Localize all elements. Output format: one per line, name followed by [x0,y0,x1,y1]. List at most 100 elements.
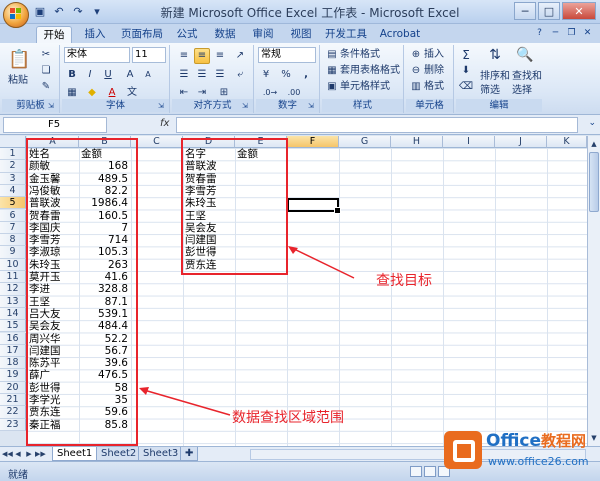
align-bottom-icon[interactable]: ≡ [212,48,228,64]
row-header-23[interactable]: 23 [0,418,26,431]
normal-view-icon[interactable] [410,466,422,477]
next-sheet-icon[interactable]: ▶ [24,449,34,460]
active-cell-f5[interactable] [287,198,341,214]
tab-review[interactable]: 审阅 [248,26,278,43]
undo-icon[interactable]: ↶ [51,4,67,20]
percent-button[interactable]: % [278,67,294,83]
paste-label[interactable]: 粘贴 [8,73,28,89]
ribbon-minimize-icon[interactable]: ─ [549,27,562,40]
tab-page-layout[interactable]: 页面布局 [118,26,166,43]
bold-button[interactable]: B [64,67,80,83]
grow-font-button[interactable]: A [122,67,138,83]
row-header-21[interactable]: 21 [0,394,26,407]
row-header-1[interactable]: 1 [0,148,26,161]
row-header-9[interactable]: 9 [0,246,26,259]
select-all-corner[interactable] [0,136,26,148]
underline-button[interactable]: U [100,67,116,83]
column-header-c[interactable]: C [131,136,183,148]
sheet-tab-sheet3[interactable]: Sheet3 [138,447,184,461]
first-sheet-icon[interactable]: ◀◀ [2,449,13,460]
office-button[interactable] [3,2,29,28]
row-header-13[interactable]: 13 [0,295,26,308]
font-size-select[interactable]: 11 [132,47,166,63]
formula-input[interactable] [176,117,578,133]
font-name-select[interactable]: 宋体 [64,47,130,63]
wrap-text-icon[interactable]: ⤶ [232,67,248,83]
copy-icon[interactable]: ❏ [38,63,54,79]
align-right-icon[interactable]: ☰ [212,67,228,83]
row-header-18[interactable]: 18 [0,357,26,370]
ribbon-close-icon[interactable]: ✕ [581,27,594,40]
column-header-k[interactable]: K [547,136,587,148]
column-header-h[interactable]: H [391,136,443,148]
row-header-10[interactable]: 10 [0,258,26,271]
row-header-20[interactable]: 20 [0,381,26,394]
dialog-launcher-icon[interactable]: ⇲ [158,102,167,111]
format-painter-icon[interactable]: ✎ [38,79,54,95]
tab-data[interactable]: 数据 [210,26,240,43]
tab-developer[interactable]: 开发工具 [324,26,368,43]
row-header-5[interactable]: 5 [0,197,26,210]
column-header-f[interactable]: F [287,136,339,148]
column-header-i[interactable]: I [443,136,495,148]
orientation-icon[interactable]: ↗ [232,48,248,64]
maximize-button[interactable]: □ [538,2,560,20]
sheet-tab-sheet1[interactable]: Sheet1 [52,447,98,461]
row-header-14[interactable]: 14 [0,307,26,321]
cut-icon[interactable]: ✂ [38,47,54,63]
row-header-6[interactable]: 6 [0,209,26,222]
column-header-g[interactable]: G [339,136,391,148]
number-format-select[interactable]: 常规 [258,47,316,63]
row-header-11[interactable]: 11 [0,271,26,284]
row-header-16[interactable]: 16 [0,332,26,345]
help-icon[interactable]: ? [533,27,546,40]
shrink-font-button[interactable]: A [140,67,156,83]
save-icon[interactable]: ▣ [32,4,48,20]
page-layout-view-icon[interactable] [424,466,436,477]
row-header-15[interactable]: 15 [0,320,26,333]
insert-cells-button[interactable]: 插入 [424,47,444,63]
vertical-scrollbar[interactable]: ▲ ▼ [587,136,600,446]
delete-cells-button[interactable]: 删除 [424,63,444,79]
ribbon-restore-icon[interactable]: ❐ [565,27,578,40]
row-header-2[interactable]: 2 [0,160,26,173]
currency-icon[interactable]: ¥ [258,67,274,83]
row-header-7[interactable]: 7 [0,221,26,235]
align-center-icon[interactable]: ☰ [194,67,210,83]
format-as-table-button[interactable]: 套用表格格式 [340,63,400,79]
row-header-3[interactable]: 3 [0,172,26,185]
format-cells-button[interactable]: 格式 [424,79,444,95]
tab-home[interactable]: 开始 [36,26,72,43]
row-header-12[interactable]: 12 [0,283,26,296]
fill-icon[interactable]: ⬇ [458,63,474,79]
dialog-launcher-icon[interactable]: ⇲ [48,102,57,111]
conditional-format-button[interactable]: 条件格式 [340,47,380,63]
prev-sheet-icon[interactable]: ◀ [13,449,23,460]
cell-styles-button[interactable]: 单元格样式 [340,79,390,95]
tab-acrobat[interactable]: Acrobat [378,26,422,43]
function-icon[interactable]: fx [160,118,169,129]
row-header-22[interactable]: 22 [0,406,26,419]
tab-view[interactable]: 视图 [286,26,316,43]
align-top-icon[interactable]: ≡ [176,48,192,64]
close-button[interactable]: ✕ [562,2,596,20]
redo-icon[interactable]: ↷ [70,4,86,20]
scroll-thumb[interactable] [589,152,599,212]
last-sheet-icon[interactable]: ▶▶ [35,449,46,460]
column-header-j[interactable]: J [495,136,547,148]
dialog-launcher-icon[interactable]: ⇲ [308,102,317,111]
align-left-icon[interactable]: ☰ [176,67,192,83]
italic-button[interactable]: I [82,67,98,83]
row-header-19[interactable]: 19 [0,369,26,382]
paste-icon[interactable]: 📋 [8,49,30,71]
dialog-launcher-icon[interactable]: ⇲ [242,102,251,111]
name-box[interactable]: F5 [3,117,107,133]
minimize-button[interactable]: ─ [514,2,536,20]
row-header-8[interactable]: 8 [0,234,26,247]
align-middle-icon[interactable]: ≡ [194,48,210,64]
scroll-up-icon[interactable]: ▲ [588,138,600,150]
sheet-tab-sheet2[interactable]: Sheet2 [96,447,142,461]
tab-formulas[interactable]: 公式 [172,26,202,43]
autosum-button[interactable]: Σ [458,47,474,63]
customize-qat-icon[interactable]: ▾ [89,4,105,20]
